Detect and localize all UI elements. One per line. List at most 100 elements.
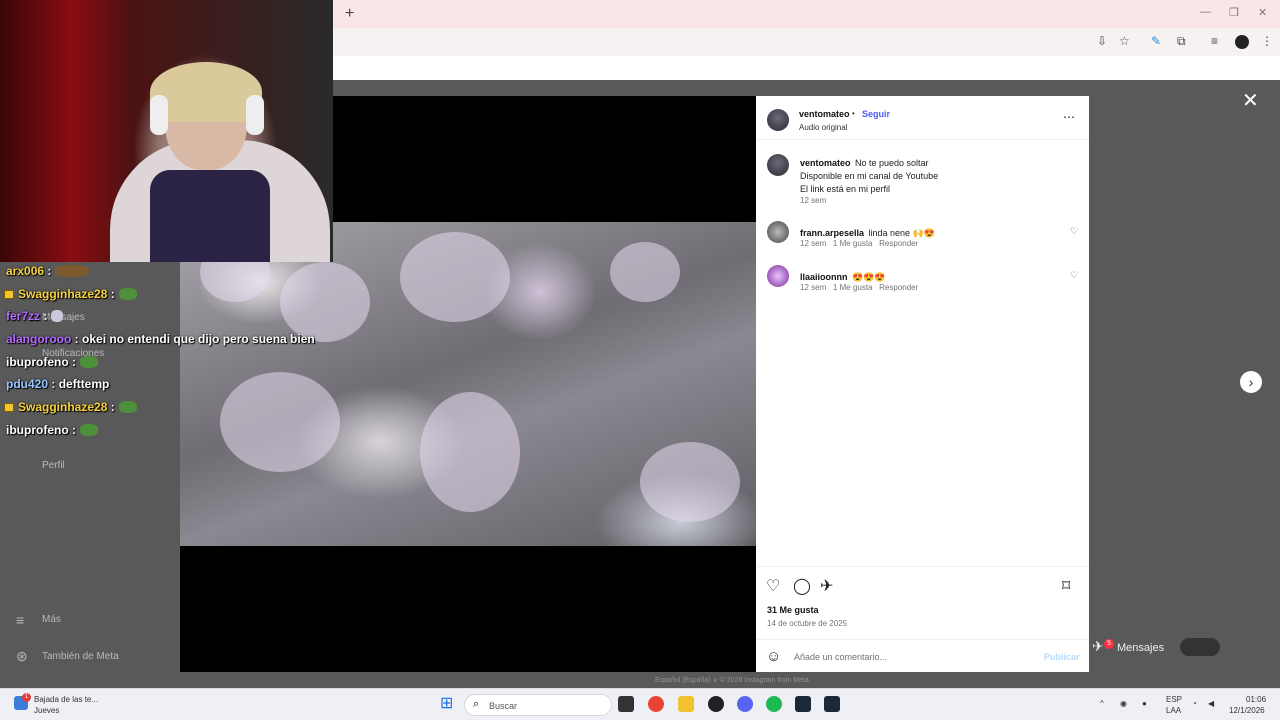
tab-strip: + — ❐ ✕ <box>333 0 1280 28</box>
emote-icon <box>55 265 90 277</box>
sidebar-tambien-de-meta[interactable]: También de Meta <box>42 651 119 662</box>
comment-like-heart-icon[interactable]: ♡ <box>1070 270 1078 281</box>
task-view-icon[interactable] <box>618 696 634 712</box>
comment-text: 😍😍😍 <box>851 272 886 282</box>
more-menu-icon[interactable]: ≡ <box>16 612 24 628</box>
file-explorer-icon[interactable] <box>678 696 694 712</box>
spotify-icon[interactable] <box>766 696 782 712</box>
minimize-button[interactable]: — <box>1200 6 1211 18</box>
weather-title[interactable]: Bajada de las te... <box>34 695 98 704</box>
emoji-icon[interactable]: ☺ <box>766 648 781 665</box>
chat-message: Swagginhaze28 : <box>0 400 340 423</box>
headset-left <box>150 95 168 135</box>
tray-volume-icon[interactable]: ◀ <box>1208 699 1214 708</box>
chat-separator: : <box>44 264 52 278</box>
likes-count[interactable]: 31 Me gusta <box>767 605 819 615</box>
tray-wifi-icon[interactable]: ◔ <box>1192 699 1197 708</box>
caption-username[interactable]: ventomateo <box>800 158 851 168</box>
comment-username[interactable]: frann.arpesella <box>800 228 864 238</box>
author-username[interactable]: ventomateo <box>799 109 850 119</box>
language-top[interactable]: ESP <box>1166 695 1182 704</box>
comment-likes[interactable]: 1 Me gusta <box>833 283 873 292</box>
headset-right <box>246 95 264 135</box>
comment-reply-button[interactable]: Responder <box>879 283 918 292</box>
messages-pill-label: Mensajes <box>1117 642 1165 654</box>
comment-time: 12 sem <box>800 283 827 292</box>
sidebar-perfil[interactable]: Perfil <box>42 460 65 471</box>
profile-avatar[interactable] <box>1235 35 1249 49</box>
streamer-shirt <box>150 170 270 262</box>
translate-extension-icon[interactable]: ✎ <box>1151 34 1161 48</box>
comment-avatar[interactable] <box>767 221 789 243</box>
tray-mic-icon[interactable]: ● <box>1142 699 1147 708</box>
like-heart-icon[interactable]: ♡ <box>766 576 780 596</box>
steam-icon[interactable] <box>795 696 811 712</box>
steam-icon-2[interactable] <box>824 696 840 712</box>
chrome-icon[interactable] <box>648 696 664 712</box>
chat-username: alangorooo <box>6 332 72 347</box>
chat-separator: : <box>107 286 115 301</box>
media-control-icon[interactable]: ≡ <box>1211 34 1218 48</box>
windows-start-icon[interactable]: ⊞ <box>440 696 456 712</box>
comment-like-heart-icon[interactable]: ♡ <box>1070 226 1078 237</box>
comment-reply-button[interactable]: Responder <box>879 239 918 248</box>
comment-avatar[interactable] <box>767 265 789 287</box>
chat-message: ibuprofeno : <box>0 423 340 446</box>
extensions-icon[interactable]: ⧉ <box>1177 34 1186 49</box>
chat-username: fer7zz <box>6 309 41 324</box>
close-icon[interactable]: ✕ <box>1242 88 1259 113</box>
messenger-icon: ✈ <box>1092 638 1104 654</box>
caption-avatar[interactable] <box>767 154 789 176</box>
comment-bubble-icon[interactable]: ◯ <box>793 576 811 596</box>
post-date: 14 de octubre de 2025 <box>767 619 848 628</box>
tray-chevron-icon[interactable]: ^ <box>1100 699 1104 708</box>
share-send-icon[interactable]: ✈ <box>820 576 833 596</box>
comment-meta: 12 sem 1 Me gusta Responder <box>800 283 918 292</box>
clock-date[interactable]: 12/1/2026 <box>1229 706 1265 715</box>
tray-network-icon[interactable]: ◉ <box>1120 699 1127 708</box>
chat-message: ibuprofeno : <box>0 355 340 378</box>
publish-button[interactable]: Publicar <box>1044 652 1080 662</box>
install-app-icon[interactable]: ⇩ <box>1097 34 1107 48</box>
caption-line-3: El link está en mi perfil <box>800 184 891 194</box>
post-header: ventomateo • Seguir Audio original ⋯ <box>756 96 1089 140</box>
author-avatar[interactable] <box>767 109 789 131</box>
restore-button[interactable]: ❐ <box>1229 6 1239 19</box>
more-options-icon[interactable]: ⋯ <box>1063 110 1075 124</box>
subscriber-badge-icon <box>4 403 14 413</box>
save-bookmark-icon[interactable]: ⌑ <box>1062 576 1070 596</box>
audio-label[interactable]: Audio original <box>799 123 847 132</box>
bookmark-star-icon[interactable]: ☆ <box>1119 34 1130 48</box>
chat-separator: : <box>68 422 76 437</box>
next-post-chevron-icon[interactable]: › <box>1240 371 1262 393</box>
comment-username[interactable]: llaaiioonnn <box>800 272 848 282</box>
sidebar-mas[interactable]: Más <box>42 614 61 625</box>
stream-chat: arx006 : Swagginhaze28 : fer7zz : alango… <box>0 264 340 446</box>
comment-input[interactable]: Añade un comentario... <box>794 652 887 662</box>
clock-time[interactable]: 01:06 <box>1246 695 1266 704</box>
meta-icon[interactable]: ⊛ <box>16 648 28 665</box>
chat-message: Swagginhaze28 : <box>0 287 340 310</box>
search-input[interactable]: Buscar <box>489 701 517 711</box>
new-tab-button[interactable]: + <box>345 5 354 23</box>
comment-likes[interactable]: 1 Me gusta <box>833 239 873 248</box>
comment-text: linda nene 🙌😍 <box>868 228 935 238</box>
chat-message: arx006 : <box>0 264 340 287</box>
post-panel: ventomateo • Seguir Audio original ⋯ ven… <box>756 96 1089 672</box>
discord-icon[interactable] <box>737 696 753 712</box>
follow-button[interactable]: Seguir <box>862 109 890 119</box>
emote-icon <box>118 287 137 300</box>
emote-icon <box>118 401 137 414</box>
chat-username: Swagginhaze28 <box>18 286 108 301</box>
chat-message: alangorooo : okei no entendi que dijo pe… <box>0 332 340 355</box>
emote-icon <box>80 423 98 436</box>
caption-time: 12 sem <box>800 196 827 205</box>
language-bottom[interactable]: LAA <box>1166 706 1181 715</box>
caption: ventomateo No te puedo soltar Disponible… <box>800 156 1070 195</box>
taskbar-search[interactable]: ⌕ Buscar <box>464 694 612 716</box>
chat-username: ibuprofeno <box>6 422 69 437</box>
app-icon[interactable] <box>708 696 724 712</box>
window-close-button[interactable]: ✕ <box>1258 6 1267 19</box>
menu-icon[interactable]: ⋮ <box>1261 34 1273 48</box>
footer-ghost-text: Español (España) ∨ © 2026 Instagram from… <box>655 677 809 684</box>
